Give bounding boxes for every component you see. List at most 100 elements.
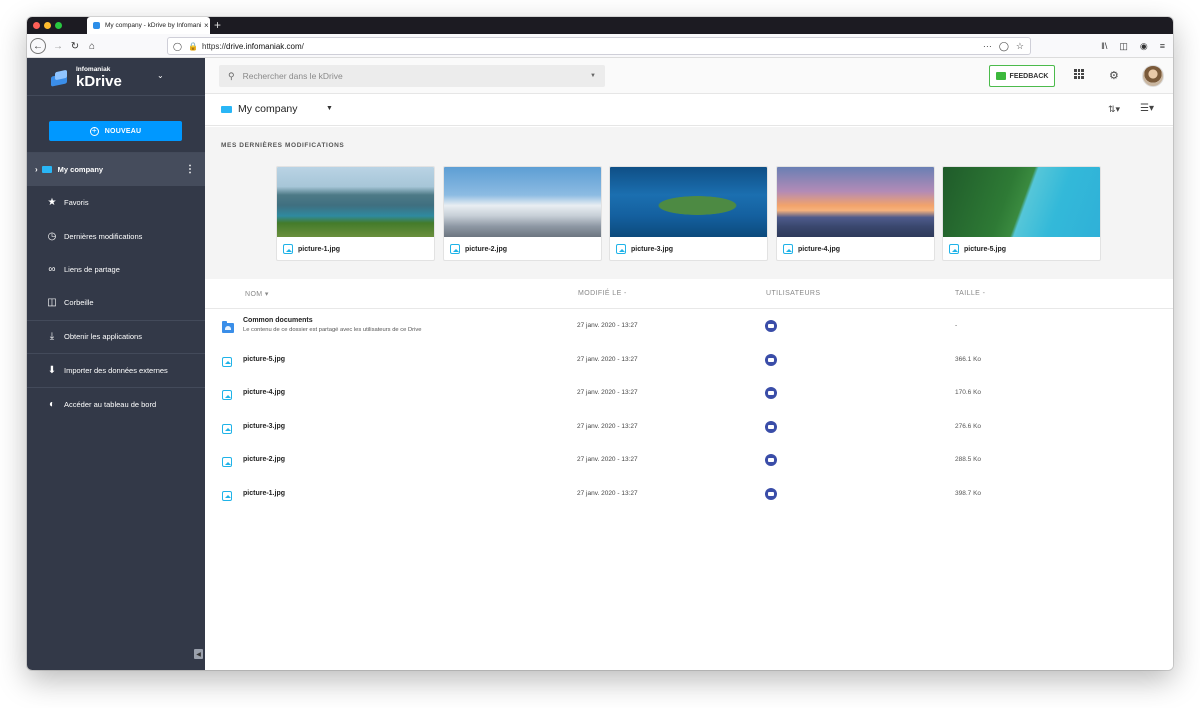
divider (27, 95, 205, 96)
file-size: 288.5 Ko (955, 456, 982, 463)
file-row[interactable]: picture-5.jpg 27 janv. 2020 - 13:27 366.… (205, 342, 1173, 376)
file-size: 170.6 Ko (955, 389, 982, 396)
sidebar-item-share-links[interactable]: ∞ Liens de partage (27, 253, 205, 286)
sidebar-item-label: Obtenir les applications (64, 332, 142, 341)
settings-gear-icon[interactable]: ⚙ (1109, 69, 1119, 82)
reload-button[interactable]: ↻ (69, 38, 81, 54)
page-actions-icon[interactable]: ··· (983, 41, 992, 52)
new-button[interactable]: + NOUVEAU (49, 121, 182, 141)
folder-description: Le contenu de ce dossier est partagé ave… (243, 327, 422, 333)
file-size: - (955, 322, 958, 329)
file-name: picture-5.jpg (243, 355, 286, 363)
column-header-name[interactable]: NOM ▾ (245, 290, 269, 298)
image-file-icon (222, 354, 237, 372)
file-row[interactable]: picture-3.jpg 27 janv. 2020 - 13:27 276.… (205, 409, 1173, 443)
tab-title: My company - kDrive by Infomaniak (105, 22, 201, 29)
sidebar-item-label: Importer des données externes (64, 366, 168, 375)
clock-icon: ◷ (47, 231, 57, 242)
users-badge-icon (765, 353, 777, 366)
file-name: picture-3.jpg (243, 422, 286, 430)
file-modified-date: 27 janv. 2020 - 13:27 (577, 422, 638, 430)
breadcrumb-dropdown-icon[interactable]: ▼ (326, 105, 333, 112)
library-icon[interactable]: ‖\ (1101, 41, 1107, 51)
brand-logo[interactable]: Infomaniak kDrive (51, 65, 122, 91)
main-content: ⚲ Rechercher dans le kDrive ▼ FEEDBACK ⚙… (205, 58, 1173, 670)
breadcrumb-title[interactable]: My company (238, 103, 298, 115)
image-file-icon (222, 387, 237, 405)
sidebar-item-recent[interactable]: ◷ Dernières modifications (27, 220, 205, 253)
file-row[interactable]: picture-1.jpg 27 janv. 2020 - 13:27 398.… (205, 476, 1173, 510)
file-name: picture-2.jpg (243, 456, 286, 463)
kdrive-logo-icon (51, 69, 69, 87)
address-bar[interactable]: ◯ 🔒 https://drive.infomaniak.com/ ··· ◯ … (167, 37, 1031, 55)
drive-switcher-chevron-icon[interactable]: ⌄ (157, 71, 164, 80)
file-row[interactable]: picture-4.jpg 27 janv. 2020 - 13:27 170.… (205, 376, 1173, 410)
sidebar-item-get-apps[interactable]: ⤓ Obtenir les applications (27, 320, 205, 353)
file-name: picture-1.jpg (243, 489, 286, 497)
close-tab-icon[interactable]: × (204, 21, 209, 30)
sort-icon[interactable]: ⇅▾ (1108, 104, 1120, 115)
lock-icon[interactable]: 🔒 (188, 42, 198, 51)
more-options-icon[interactable]: ⋮ (185, 164, 195, 175)
recent-file-card[interactable]: picture-4.jpg (776, 166, 935, 261)
search-input[interactable]: ⚲ Rechercher dans le kDrive ▼ (219, 65, 605, 87)
home-button[interactable]: ⌂ (86, 38, 98, 54)
import-icon: ⬇ (47, 365, 57, 376)
apps-grid-icon[interactable] (1074, 69, 1084, 79)
recent-modifications-section: MES DERNIÈRES MODIFICATIONS picture-1.jp… (205, 127, 1173, 279)
file-name: Common documents (243, 317, 313, 324)
sidebar-item-trash[interactable]: ◫ Corbeille (27, 286, 205, 319)
account-icon[interactable]: ◉ (1140, 41, 1148, 52)
sidebar-toggle-icon[interactable]: ◫ (1119, 41, 1128, 52)
image-thumbnail (777, 167, 934, 237)
kdrive-favicon-icon (93, 22, 100, 29)
tracking-shield-icon[interactable]: ◯ (173, 42, 182, 51)
image-file-icon (949, 244, 959, 254)
recent-file-card[interactable]: picture-5.jpg (942, 166, 1101, 261)
feedback-label: FEEDBACK (1009, 72, 1049, 80)
list-view-icon[interactable]: ☰▾ (1140, 103, 1154, 114)
collapse-sidebar-button[interactable]: ◀ (194, 649, 203, 659)
bookmark-star-icon[interactable]: ☆ (1016, 41, 1024, 52)
zoom-window-button[interactable] (55, 22, 62, 29)
column-header-users[interactable]: UTILISATEURS (766, 290, 820, 297)
sidebar-item-my-company[interactable]: › My company ⋮ (27, 153, 205, 186)
sidebar-item-import[interactable]: ⬇ Importer des données externes (27, 354, 205, 387)
file-name: picture-4.jpg (243, 389, 286, 396)
shared-folder-icon (222, 320, 234, 338)
user-avatar[interactable] (1142, 65, 1164, 87)
forward-button[interactable]: → (52, 38, 64, 54)
tab-strip: My company - kDrive by Infomaniak × + (27, 17, 1173, 34)
column-header-modified[interactable]: MODIFIÉ LE - (578, 290, 627, 297)
column-header-size[interactable]: TAILLE - (955, 290, 985, 297)
browser-toolbar: ← → ↻ ⌂ ◯ 🔒 https://drive.infomaniak.com… (27, 34, 1173, 58)
feedback-button[interactable]: FEEDBACK (989, 65, 1055, 87)
url-text: https://drive.infomaniak.com/ (202, 41, 304, 51)
sidebar-item-dashboard[interactable]: ◐ Accéder au tableau de bord (27, 388, 205, 421)
card-file-name: picture-5.jpg (964, 245, 1007, 253)
recent-file-card[interactable]: picture-3.jpg (609, 166, 768, 261)
search-filter-dropdown-icon[interactable]: ▼ (590, 73, 596, 79)
trash-icon: ◫ (47, 297, 57, 308)
browser-tab[interactable]: My company - kDrive by Infomaniak × (87, 17, 210, 34)
file-row[interactable]: Common documents Le contenu de ce dossie… (205, 309, 1173, 343)
minimize-window-button[interactable] (44, 22, 51, 29)
close-window-button[interactable] (33, 22, 40, 29)
users-badge-icon (765, 420, 777, 433)
file-modified-date: 27 janv. 2020 - 13:27 (577, 456, 638, 463)
recent-file-card[interactable]: picture-2.jpg (443, 166, 602, 261)
pocket-icon[interactable]: ◯ (999, 41, 1009, 52)
file-row[interactable]: picture-2.jpg 27 janv. 2020 - 13:27 288.… (205, 443, 1173, 477)
sidebar-item-favoris[interactable]: ★ Favoris (27, 186, 205, 219)
back-button[interactable]: ← (30, 38, 46, 54)
file-size: 398.7 Ko (955, 489, 982, 497)
new-tab-button[interactable]: + (214, 17, 221, 34)
drive-icon (41, 166, 52, 173)
file-modified-date: 27 janv. 2020 - 13:27 (577, 389, 638, 396)
users-badge-icon (765, 387, 777, 399)
expand-caret-icon[interactable]: › (35, 165, 38, 174)
menu-icon[interactable]: ≡ (1160, 41, 1165, 51)
recent-file-card[interactable]: picture-1.jpg (276, 166, 435, 261)
file-modified-date: 27 janv. 2020 - 13:27 (577, 355, 638, 363)
users-badge-icon (765, 320, 777, 332)
